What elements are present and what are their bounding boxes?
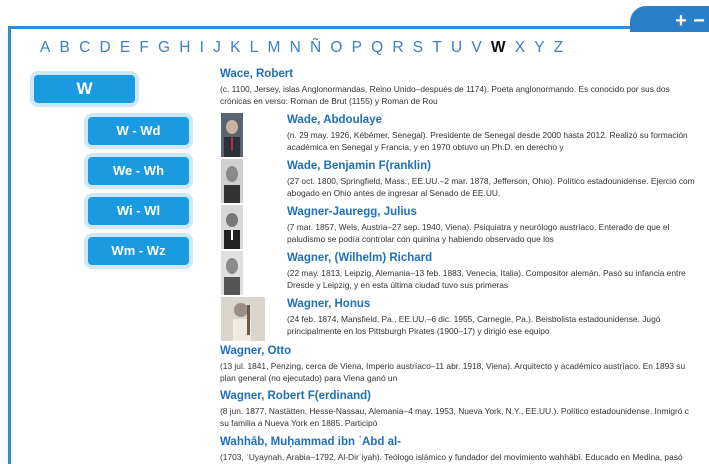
letter-link-y[interactable]: Y bbox=[534, 37, 544, 61]
letter-link-v[interactable]: V bbox=[471, 37, 481, 61]
entry-title[interactable]: Wagner, Otto bbox=[220, 345, 291, 357]
range-w-wd-button[interactable]: W - Wd bbox=[88, 117, 189, 145]
entry-title[interactable]: Wahhāb, Muḥammad ibn ʿAbd al- bbox=[220, 436, 401, 448]
entry-title[interactable]: Wagner-Jauregg, Julius bbox=[287, 206, 417, 218]
letter-link-i[interactable]: I bbox=[200, 37, 204, 61]
entry-description: abogado en Ohio antes de ingresar al Sen… bbox=[287, 188, 501, 198]
letter-link-c[interactable]: C bbox=[79, 37, 90, 61]
entry-description: académica en Senegal y Francia, y en 197… bbox=[287, 142, 564, 152]
entry-description: crónicas en verso: Roman de Brut (1155) … bbox=[220, 96, 438, 106]
letter-link-j[interactable]: J bbox=[213, 37, 221, 61]
letter-link-f[interactable]: F bbox=[139, 37, 148, 61]
entry-description: (n. 29 may. 1926, Kébémer, Senegal). Pre… bbox=[287, 130, 688, 140]
range-we-wh-button[interactable]: We - Wh bbox=[88, 157, 189, 185]
letter-link-p[interactable]: P bbox=[352, 37, 362, 61]
entry-title[interactable]: Wagner, Robert F(erdinand) bbox=[220, 390, 371, 402]
letter-link-k[interactable]: K bbox=[230, 37, 240, 61]
letter-link-h[interactable]: H bbox=[179, 37, 190, 61]
range-wi-wl-button[interactable]: Wi - Wl bbox=[88, 197, 189, 225]
entry-title[interactable]: Wagner, (Wilhelm) Richard bbox=[287, 252, 432, 264]
entry-description: (13 jul. 1841, Penzing, cerca de Viena, … bbox=[220, 361, 686, 371]
letter-link-r[interactable]: R bbox=[392, 37, 403, 61]
letter-link-z[interactable]: Z bbox=[554, 37, 563, 61]
portrait-wagner-jauregg bbox=[221, 205, 243, 249]
entry-description: (7 mar. 1857, Wels, Austria–27 sep. 1940… bbox=[287, 222, 670, 232]
range-wm-wz-button[interactable]: Wm - Wz bbox=[88, 237, 189, 265]
entry-title[interactable]: Wace, Robert bbox=[220, 68, 293, 80]
letter-link-d[interactable]: D bbox=[99, 37, 110, 61]
entry-title[interactable]: Wagner, Honus bbox=[287, 298, 370, 310]
letter-link-o[interactable]: O bbox=[330, 37, 342, 61]
entry-description: (8 jun. 1877, Nastätten, Hesse-Nassau, A… bbox=[220, 406, 689, 416]
letter-w-button[interactable]: W bbox=[34, 75, 135, 103]
zoom-controls: + − bbox=[630, 6, 709, 32]
letter-link-b[interactable]: B bbox=[60, 37, 70, 61]
alphabet-nav: ABCDEFGHIJKLMNÑOPQRSTUVWXYZ bbox=[40, 37, 572, 61]
letter-link-a[interactable]: A bbox=[40, 37, 50, 61]
entry-description: principalmente en los Pittsburgh Pirates… bbox=[287, 326, 550, 336]
portrait-wade-abdoulaye bbox=[221, 113, 243, 157]
entry-description: su familia a Nueva York en 1885. Partici… bbox=[220, 418, 378, 428]
frame-top-border bbox=[8, 26, 709, 29]
entry-description: (27 oct. 1800, Springfield, Mass., EE.UU… bbox=[287, 176, 695, 186]
letter-link-x[interactable]: X bbox=[515, 37, 525, 61]
portrait-wagner-honus bbox=[221, 297, 265, 341]
entry-title[interactable]: Wade, Abdoulaye bbox=[287, 114, 382, 126]
letter-link-ñ[interactable]: Ñ bbox=[310, 37, 321, 61]
entry-description: (24 feb. 1874, Mansfield, Pa., EE.UU.–6 … bbox=[287, 314, 661, 324]
letter-link-e[interactable]: E bbox=[120, 37, 130, 61]
entry-description: plan general (no ejecutado) para Viena g… bbox=[220, 373, 398, 383]
letter-link-s[interactable]: S bbox=[413, 37, 423, 61]
letter-link-l[interactable]: L bbox=[250, 37, 259, 61]
portrait-wade-benjamin bbox=[221, 159, 243, 203]
frame-left-border bbox=[8, 26, 11, 464]
zoom-out-button[interactable]: − bbox=[690, 11, 708, 31]
letter-link-t[interactable]: T bbox=[432, 37, 441, 61]
zoom-in-button[interactable]: + bbox=[672, 11, 690, 31]
entry-description: (c. 1100, Jersey, islas Anglonormandas, … bbox=[220, 84, 670, 94]
letter-link-w[interactable]: W bbox=[491, 37, 506, 61]
letter-link-n[interactable]: N bbox=[290, 37, 301, 61]
entry-description: (22 may. 1813, Leipzig, Alemania–13 feb.… bbox=[287, 268, 686, 278]
entry-title[interactable]: Wade, Benjamin F(ranklin) bbox=[287, 160, 431, 172]
letter-link-u[interactable]: U bbox=[451, 37, 462, 61]
portrait-wagner-richard bbox=[221, 251, 243, 295]
entry-description: Dresde y Leipzig, y en esta última ciuda… bbox=[287, 280, 509, 290]
entry-description: (1703, ʿUyaynah, Arabia–1792, Al-Dirʿiya… bbox=[220, 452, 683, 462]
letter-link-m[interactable]: M bbox=[267, 37, 280, 61]
entry-description: paludismo se podía controlar con quinina… bbox=[287, 234, 554, 244]
letter-link-g[interactable]: G bbox=[158, 37, 170, 61]
letter-link-q[interactable]: Q bbox=[371, 37, 383, 61]
